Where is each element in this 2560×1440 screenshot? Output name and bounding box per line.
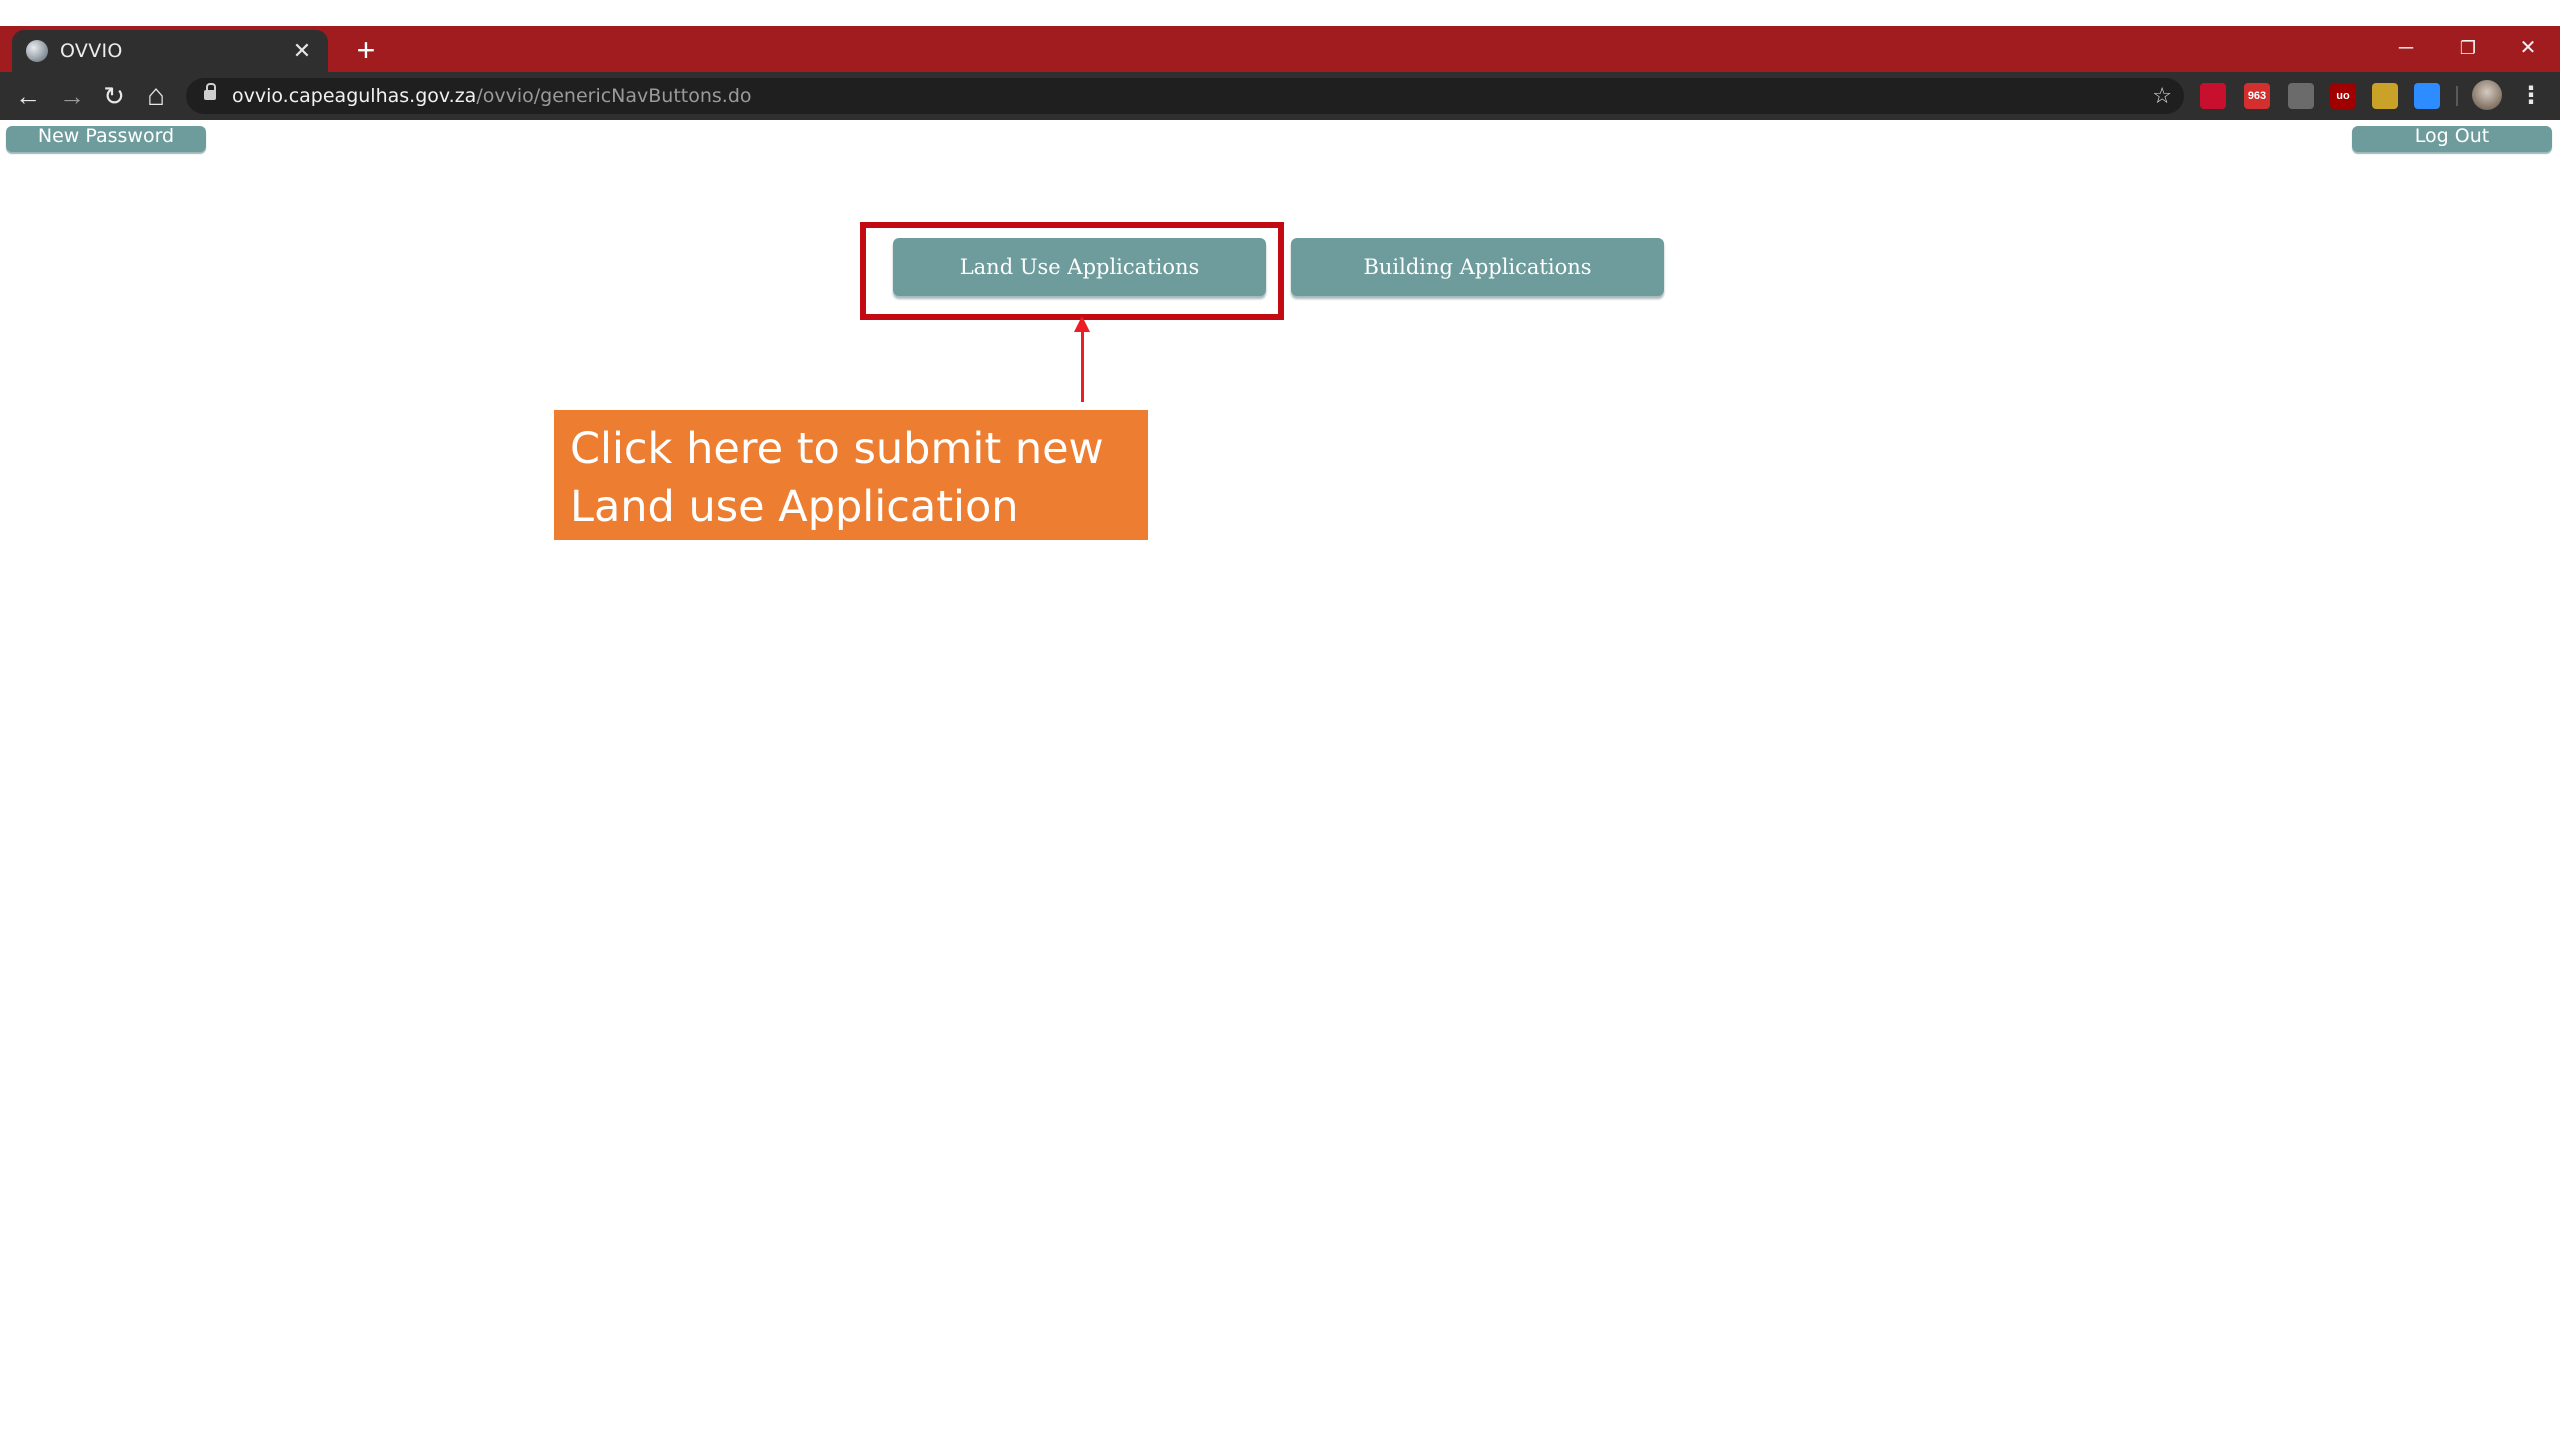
profile-avatar[interactable] (2472, 80, 2502, 110)
browser-menu-icon[interactable]: ⋮ (2516, 78, 2546, 114)
callout-line-1: Click here to submit new (570, 424, 1104, 474)
url-path: /ovvio/genericNavButtons.do (476, 85, 752, 107)
globe-icon (26, 40, 48, 62)
annotation-arrow-line (1081, 330, 1084, 402)
mail-extension-icon[interactable]: 963 (2244, 83, 2270, 109)
back-button[interactable]: ← (10, 78, 46, 114)
url-host: ovvio.capeagulhas.gov.za (232, 85, 477, 107)
new-tab-button[interactable]: + (348, 32, 384, 68)
browser-toolbar: ← → ↻ ⌂ ovvio.capeagulhas.gov.za/ovvio/g… (0, 72, 2560, 120)
close-window-button[interactable]: ✕ (2498, 30, 2558, 66)
shield-extension-icon[interactable] (2288, 83, 2314, 109)
ublock-extension-icon[interactable]: uo (2330, 83, 2356, 109)
callout-line-2: Land use Application (570, 482, 1019, 532)
address-bar[interactable]: ovvio.capeagulhas.gov.za/ovvio/genericNa… (186, 78, 2184, 114)
browser-title-bar: OVVIO ✕ + ─ ❐ ✕ (0, 26, 2560, 72)
zoom-extension-icon[interactable] (2414, 83, 2440, 109)
browser-tab[interactable]: OVVIO ✕ (12, 30, 328, 72)
home-button[interactable]: ⌂ (138, 78, 174, 114)
tab-close-icon[interactable]: ✕ (290, 39, 314, 63)
top-margin (0, 0, 2560, 26)
forward-button[interactable]: → (54, 78, 90, 114)
tab-title: OVVIO (60, 40, 123, 62)
toolbar-divider (2456, 86, 2458, 106)
minimize-button[interactable]: ─ (2376, 30, 2436, 66)
lock-icon[interactable] (204, 83, 216, 102)
key-extension-icon[interactable] (2372, 83, 2398, 109)
reload-button[interactable]: ↻ (96, 78, 132, 114)
annotation-callout: Click here to submit new Land use Applic… (554, 410, 1148, 540)
annotation-highlight-box (860, 222, 1284, 320)
url-text[interactable]: ovvio.capeagulhas.gov.za/ovvio/genericNa… (232, 78, 752, 114)
pdf-extension-icon[interactable] (2200, 83, 2226, 109)
bookmark-star-icon[interactable]: ☆ (2152, 78, 2172, 114)
building-applications-button[interactable]: Building Applications (1291, 238, 1664, 296)
logout-button[interactable]: Log Out (2352, 126, 2552, 152)
restore-button[interactable]: ❐ (2438, 30, 2498, 66)
new-password-button[interactable]: New Password (6, 126, 206, 152)
